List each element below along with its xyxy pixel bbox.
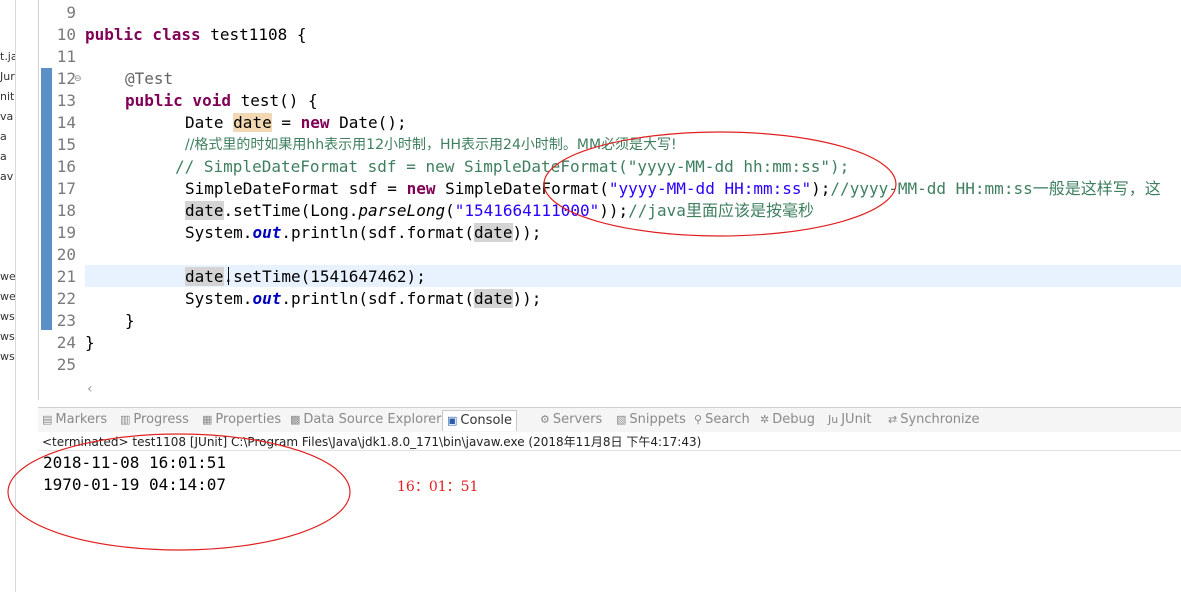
explorer-fragment[interactable]: ws bbox=[0, 330, 15, 343]
markers-icon: ▤ bbox=[42, 413, 53, 426]
explorer-fragment[interactable]: a bbox=[0, 130, 7, 143]
explorer-fragment[interactable]: we bbox=[0, 290, 15, 303]
search-icon: ⚲ bbox=[694, 413, 703, 426]
tab-servers[interactable]: ⚙ Servers bbox=[540, 412, 602, 427]
tab-console[interactable]: ▣ Console bbox=[442, 410, 518, 431]
change-marker[interactable] bbox=[41, 68, 52, 330]
line-number: 24 bbox=[56, 333, 76, 352]
code-line[interactable]: SimpleDateFormat sdf = new SimpleDateFor… bbox=[185, 178, 1161, 200]
code-line[interactable]: Date date = new Date(); bbox=[185, 112, 407, 134]
code-line[interactable]: date.setTime(1541647462); bbox=[185, 266, 426, 288]
properties-icon: ▦ bbox=[202, 413, 213, 426]
explorer-fragment[interactable]: nit. bbox=[0, 90, 15, 103]
console-output-line: 2018-11-08 16:01:51 bbox=[43, 453, 227, 472]
debug-icon: ✲ bbox=[760, 413, 770, 426]
horizontal-scrollbar[interactable]: ‹ bbox=[85, 380, 1181, 398]
explorer-fragment[interactable]: a bbox=[0, 150, 7, 163]
explorer-fragment[interactable]: we bbox=[0, 270, 15, 283]
tab-debug[interactable]: ✲ Debug bbox=[760, 412, 815, 427]
view-tab-bar: ▤ Markers ▥ Progress ▦ Properties ▩ Data Sou… bbox=[38, 407, 1181, 432]
line-number: 13 bbox=[56, 91, 76, 110]
line-number: 11 bbox=[56, 47, 76, 66]
explorer-fragment[interactable]: Jur bbox=[0, 70, 15, 83]
code-line[interactable]: date.setTime(Long.parseLong("15416641110… bbox=[185, 200, 814, 222]
code-line[interactable]: @Test bbox=[125, 68, 173, 90]
explorer-fragment[interactable]: ws bbox=[0, 310, 15, 323]
explorer-fragment[interactable]: av bbox=[0, 170, 13, 183]
project-explorer-strip: t.ja Jur nit. va a a av we we ws ws ws bbox=[0, 0, 16, 592]
snippets-icon: ▧ bbox=[616, 413, 627, 426]
line-number: 9 bbox=[66, 3, 76, 22]
junit-icon: Ju bbox=[828, 413, 839, 426]
tab-progress[interactable]: ▥ Progress bbox=[120, 412, 189, 427]
tab-data-source-explorer[interactable]: ▩ Data Source Explorer bbox=[290, 412, 442, 427]
data-source-icon: ▩ bbox=[290, 413, 301, 426]
tab-markers[interactable]: ▤ Markers bbox=[42, 412, 107, 427]
line-number: 21 bbox=[56, 267, 76, 286]
tab-synchronize[interactable]: ⇄ Synchronize bbox=[888, 412, 979, 427]
code-line[interactable]: System.out.println(sdf.format(date)); bbox=[185, 288, 541, 310]
servers-icon: ⚙ bbox=[540, 413, 550, 426]
text-caret bbox=[228, 267, 229, 285]
tab-properties[interactable]: ▦ Properties bbox=[202, 412, 281, 427]
explorer-fragment[interactable]: va bbox=[0, 110, 13, 123]
line-number: 22 bbox=[56, 289, 76, 308]
tab-junit[interactable]: Ju JUnit bbox=[828, 412, 872, 427]
progress-icon: ▥ bbox=[120, 413, 131, 426]
line-number: 15 bbox=[56, 135, 76, 154]
line-number: 17 bbox=[56, 179, 76, 198]
code-line[interactable]: } bbox=[85, 332, 95, 354]
line-number: 16 bbox=[56, 157, 76, 176]
code-line[interactable]: public void test() { bbox=[125, 90, 318, 112]
console-output-line: 1970-01-19 04:14:07 bbox=[43, 475, 227, 494]
code-comment[interactable]: //格式里的时如果用hh表示用12小时制，HH表示用24小时制。MM必须是大写! bbox=[185, 134, 677, 156]
line-number: 18 bbox=[56, 201, 76, 220]
explorer-fragment[interactable]: t.ja bbox=[0, 50, 15, 63]
tab-snippets[interactable]: ▧ Snippets bbox=[616, 412, 686, 427]
code-comment[interactable]: // SimpleDateFormat sdf = new SimpleDate… bbox=[175, 156, 849, 178]
line-number: 25 bbox=[56, 355, 76, 374]
explorer-fragment[interactable]: ws bbox=[0, 350, 15, 363]
line-number: 14 bbox=[56, 113, 76, 132]
handwritten-note: 16：01：51 bbox=[397, 479, 479, 495]
terminated-status: <terminated> test1108 [JUnit] C:\Program… bbox=[42, 435, 702, 449]
fold-toggle-icon[interactable]: ⊖ bbox=[74, 74, 82, 84]
line-number: 23 bbox=[56, 311, 76, 330]
synchronize-icon: ⇄ bbox=[888, 413, 898, 426]
code-line[interactable]: System.out.println(sdf.format(date)); bbox=[185, 222, 541, 244]
line-number: 10 bbox=[56, 25, 76, 44]
scroll-left-icon[interactable]: ‹ bbox=[87, 381, 93, 397]
tab-search[interactable]: ⚲ Search bbox=[694, 412, 750, 427]
code-line[interactable]: public class test1108 { bbox=[85, 24, 307, 46]
code-line[interactable]: } bbox=[125, 310, 135, 332]
line-number: 19 bbox=[56, 223, 76, 242]
console-icon: ▣ bbox=[447, 414, 458, 427]
line-number: 20 bbox=[56, 245, 76, 264]
